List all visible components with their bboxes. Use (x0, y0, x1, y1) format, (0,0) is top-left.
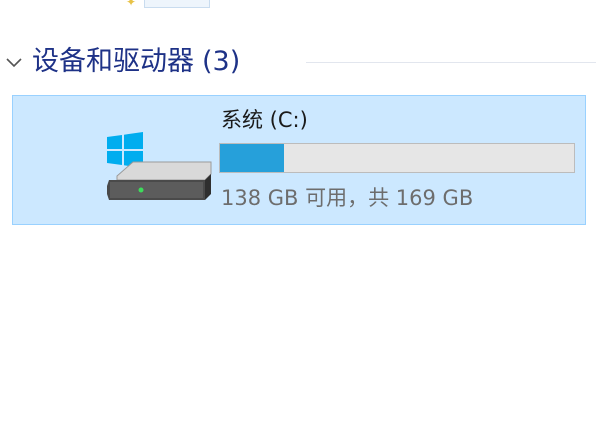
group-title-text: 设备和驱动器 (32, 46, 194, 77)
folder-thumbnail (144, 0, 210, 8)
cut-off-folder-item[interactable]: ✦ (122, 0, 214, 10)
group-divider (306, 62, 596, 63)
drive-usage-bar (219, 143, 575, 173)
file-explorer-view: ✦ 设备和驱动器 (3) 系统 (C:) 138 GB 可用，共 169 GB (0, 0, 600, 439)
hard-drive-windows-icon (107, 132, 212, 200)
drive-usage-fill (220, 144, 284, 172)
chevron-down-icon[interactable] (4, 52, 24, 72)
devices-group-header[interactable]: 设备和驱动器 (3) (0, 40, 600, 84)
drive-space-text: 138 GB 可用，共 169 GB (221, 186, 474, 210)
group-title: 设备和驱动器 (3) (32, 44, 240, 80)
drive-name: 系统 (C:) (221, 108, 308, 132)
group-count: (3) (202, 46, 241, 77)
drive-item-c[interactable]: 系统 (C:) 138 GB 可用，共 169 GB (12, 95, 586, 225)
star-icon: ✦ (126, 0, 137, 9)
